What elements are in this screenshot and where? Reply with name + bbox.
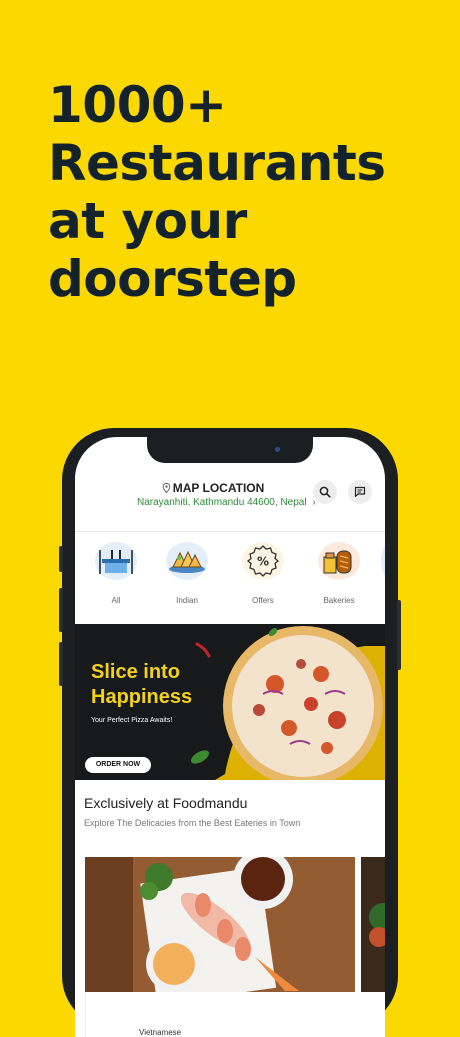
- location-title-text: MAP LOCATION: [172, 481, 265, 495]
- category-all[interactable]: All: [86, 542, 146, 605]
- location-title[interactable]: MAP LOCATION: [75, 481, 351, 495]
- category-label: Offers: [252, 596, 274, 605]
- svg-text:%: %: [257, 555, 269, 569]
- phone-frame: MAP LOCATION Narayanhiti, Kathmandu 4460…: [59, 428, 401, 1037]
- category-label: All: [111, 596, 121, 605]
- headline: 1000+ Restaurants at your doorstep: [48, 76, 448, 308]
- headline-line-2: Restaurants: [48, 134, 386, 192]
- category-icon: [381, 542, 385, 580]
- bread-icon: [318, 542, 360, 580]
- phone-side-button: [59, 546, 63, 572]
- category-bakeries[interactable]: Bakeries: [309, 542, 369, 605]
- restaurant-card-info: [85, 992, 356, 1037]
- phone-side-button: [397, 600, 401, 670]
- dining-table-icon: [95, 542, 137, 580]
- search-icon: [319, 486, 331, 498]
- banner-title-line-2: Happiness: [91, 686, 193, 708]
- banner-title-line-1: Slice into: [91, 661, 180, 683]
- promo-banner[interactable]: Slice into Happiness Your Perfect Pizza …: [75, 624, 385, 780]
- percent-badge-icon: %: [242, 542, 284, 580]
- section-subtitle: Explore The Delicacies from the Best Eat…: [84, 818, 301, 828]
- category-offers[interactable]: % Offers: [233, 542, 293, 605]
- search-button[interactable]: [313, 480, 337, 504]
- phone-notch: [147, 437, 313, 463]
- app-header: MAP LOCATION Narayanhiti, Kathmandu 4460…: [75, 467, 385, 532]
- phone-side-button: [59, 588, 63, 632]
- banner-subtitle: Your Perfect Pizza Awaits!: [91, 717, 173, 724]
- category-label: Indian: [176, 596, 198, 605]
- location-pin-icon: [162, 483, 171, 493]
- headline-line-4: doorstep: [48, 250, 297, 308]
- restaurant-card-image: [361, 857, 385, 992]
- restaurant-card-name: Vietnamese: [139, 1028, 182, 1037]
- section-title: Exclusively at Foodmandu: [84, 795, 248, 811]
- headline-line-3: at your: [48, 192, 247, 250]
- category-indian[interactable]: Indian: [157, 542, 217, 605]
- phone-screen: MAP LOCATION Narayanhiti, Kathmandu 4460…: [75, 437, 385, 1037]
- category-bar: All Indian % Offers Bakeries: [75, 532, 385, 622]
- chat-icon: [354, 486, 366, 497]
- banner-title: Slice into Happiness: [91, 660, 192, 710]
- restaurant-card[interactable]: [85, 857, 355, 992]
- location-address-text: Narayanhiti, Kathmandu 44600, Nepal: [137, 497, 307, 508]
- category-label: Bakeries: [323, 596, 355, 605]
- headline-line-1: 1000+: [48, 76, 227, 134]
- samosa-icon: [166, 542, 208, 580]
- restaurant-card-image: [85, 857, 355, 992]
- location-address[interactable]: Narayanhiti, Kathmandu 44600, Nepal ›: [137, 497, 316, 508]
- phone-side-button: [59, 642, 63, 686]
- chat-button[interactable]: [348, 480, 372, 504]
- order-now-button[interactable]: ORDER NOW: [85, 757, 151, 773]
- restaurant-card-partial[interactable]: [361, 857, 385, 992]
- category-partial[interactable]: [381, 542, 385, 580]
- camera-icon: [275, 447, 280, 452]
